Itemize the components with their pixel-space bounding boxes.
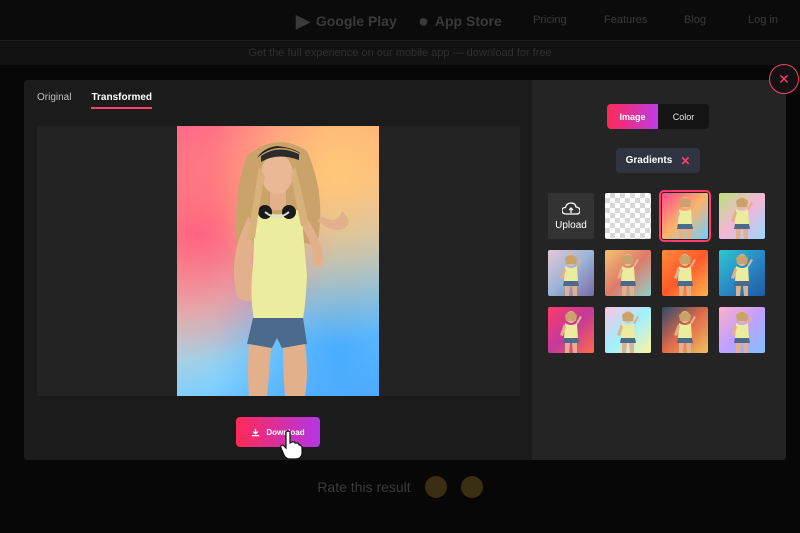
background-option-gradient-10[interactable]: [662, 307, 708, 353]
background-options-panel: Image Color Gradients ✕ Upload: [532, 80, 786, 460]
toggle-image[interactable]: Image: [607, 104, 658, 129]
preview-panel: Original Transformed: [24, 80, 532, 460]
tab-transformed[interactable]: Transformed: [91, 92, 153, 109]
background-option-transparent[interactable]: [605, 193, 651, 239]
background-option-gradient-7[interactable]: [719, 250, 765, 296]
background-option-gradient-5[interactable]: [605, 250, 651, 296]
play-store-icon: ▶: [296, 10, 310, 31]
background-editor-modal: Original Transformed Image Color Gradien…: [24, 80, 786, 460]
close-modal-button[interactable]: ✕: [769, 64, 799, 94]
person-figure: [233, 142, 349, 396]
download-button[interactable]: Download: [236, 417, 320, 447]
clear-category-icon[interactable]: ✕: [680, 154, 690, 168]
upload-background-button[interactable]: Upload: [548, 193, 594, 239]
background-banner: Get the full experience on our mobile ap…: [0, 41, 800, 65]
background-option-gradient-9[interactable]: [605, 307, 651, 353]
download-icon: [252, 428, 260, 436]
background-header: ▶ Google Play ● App Store Pricing Featur…: [0, 0, 800, 41]
app-store-badge: ● App Store: [418, 8, 502, 34]
background-option-gradient-2[interactable]: [659, 190, 711, 242]
nav-pricing: Pricing: [533, 14, 567, 26]
background-feedback: Rate this result: [0, 476, 800, 498]
hand-cursor-icon: [280, 430, 303, 460]
background-option-gradient-3[interactable]: [719, 193, 765, 239]
background-option-gradient-11[interactable]: [719, 307, 765, 353]
tab-original[interactable]: Original: [37, 92, 71, 109]
image-color-toggle: Image Color: [607, 104, 709, 129]
cloud-upload-icon: [562, 201, 580, 215]
nav-blog: Blog: [684, 14, 707, 26]
nav-features: Features: [604, 14, 648, 26]
background-option-gradient-6[interactable]: [662, 250, 708, 296]
google-play-badge: ▶ Google Play: [296, 8, 397, 34]
view-tabs: Original Transformed: [37, 92, 153, 109]
happy-emoji-icon: [424, 476, 447, 498]
upload-label: Upload: [555, 219, 587, 231]
background-option-gradient-4[interactable]: [548, 250, 594, 296]
preview-canvas: [37, 126, 520, 396]
transformed-image: [177, 126, 379, 396]
google-play-label: Google Play: [315, 13, 397, 29]
app-store-label: App Store: [434, 13, 502, 29]
feedback-label: Rate this result: [317, 479, 411, 495]
nav-login: Log in: [748, 14, 778, 26]
close-icon: ✕: [778, 70, 790, 87]
background-option-gradient-8[interactable]: [548, 307, 594, 353]
category-chip[interactable]: Gradients ✕: [616, 148, 700, 173]
category-chip-label: Gradients: [625, 155, 673, 166]
apple-icon: ●: [418, 10, 429, 31]
toggle-color[interactable]: Color: [658, 104, 709, 129]
sad-emoji-icon: [460, 476, 483, 498]
